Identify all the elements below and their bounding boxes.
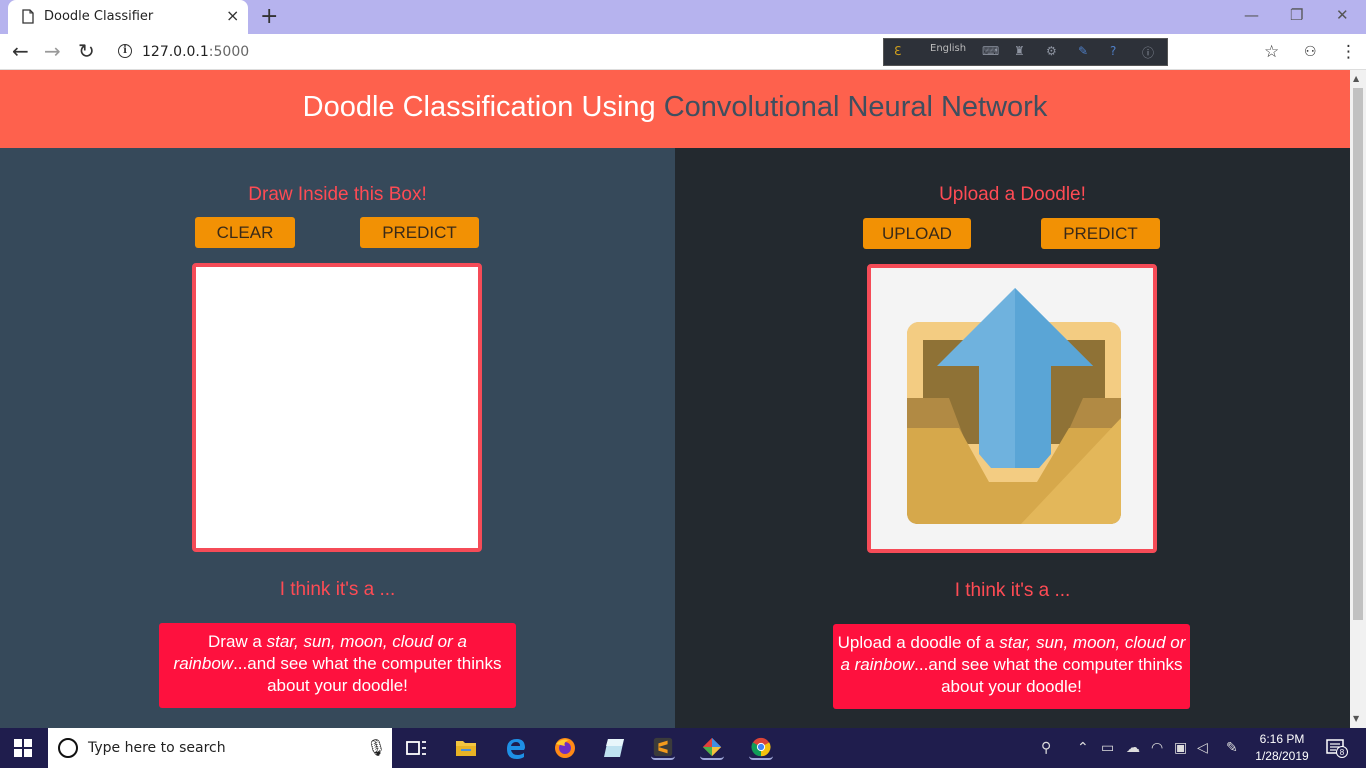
scroll-down-icon[interactable]: ▼ (1353, 714, 1359, 723)
drawing-prediction-label: I think it's a ... (279, 579, 396, 600)
about-icon[interactable]: ⓘ (1142, 44, 1154, 61)
help-icon[interactable]: ? (1110, 44, 1116, 58)
display-icon[interactable]: ▣ (1174, 740, 1187, 756)
windows-taskbar: Type here to search 🎙 ⚲ ⌃ ▭ ☁ ◠ ▣ ◁ ✎ 6:… (0, 728, 1366, 768)
reload-icon[interactable]: ↻ (78, 40, 95, 62)
bookmark-star-icon[interactable]: ☆ (1264, 42, 1279, 62)
url-text[interactable]: 127.0.0.1:5000 (142, 44, 249, 60)
cortana-icon[interactable] (58, 738, 78, 758)
tab-close-icon[interactable]: × (226, 6, 239, 25)
upload-image-box[interactable] (867, 264, 1157, 553)
clear-button[interactable]: CLEAR (195, 217, 295, 248)
git-tool-icon[interactable] (700, 736, 724, 760)
language-label[interactable]: English (930, 43, 966, 54)
taskbar-clock[interactable]: 6:16 PM 1/28/2019 (1244, 731, 1320, 765)
drawing-canvas[interactable] (192, 263, 482, 552)
browser-toolbar: ← → ↻ i 127.0.0.1:5000 ℇ English ⌨ ♜ ⚙ ✎… (0, 34, 1366, 70)
tool-icon[interactable]: ♜ (1014, 44, 1025, 58)
drawing-instructions: Draw a star, sun, moon, cloud or a rainb… (159, 623, 516, 708)
browser-menu-icon[interactable]: ⋮ (1340, 42, 1357, 62)
restore-icon[interactable]: ❐ (1290, 6, 1303, 24)
settings-icon[interactable]: ⚙ (1046, 44, 1057, 58)
scroll-up-icon[interactable]: ▲ (1353, 74, 1359, 83)
extension-icon[interactable]: ⚇ (1304, 44, 1317, 60)
page-content: Doodle Classification Using Convolutiona… (0, 70, 1350, 728)
browser-tab[interactable]: Doodle Classifier × (8, 0, 248, 34)
notification-count: 8 (1340, 748, 1345, 757)
action-center-icon[interactable]: 8 (1326, 738, 1348, 758)
language-bar[interactable]: ℇ English ⌨ ♜ ⚙ ✎ ? ⓘ (883, 38, 1168, 66)
wifi-icon[interactable]: ◠ (1151, 740, 1163, 756)
page-title: Doodle Classification Using Convolutiona… (302, 91, 1048, 123)
edge-browser-icon[interactable] (504, 736, 528, 760)
draw-panel: Draw Inside this Box! CLEAR PREDICT I th… (0, 148, 675, 728)
microphone-icon[interactable]: 🎙 (366, 738, 386, 757)
minimize-icon[interactable]: — (1244, 6, 1259, 24)
predict-drawing-button[interactable]: PREDICT (360, 217, 479, 248)
onedrive-icon[interactable]: ☁ (1126, 740, 1140, 756)
forward-icon[interactable]: → (44, 40, 61, 62)
draw-heading: Draw Inside this Box! (248, 184, 427, 205)
predict-upload-button[interactable]: PREDICT (1041, 218, 1160, 249)
upload-heading: Upload a Doodle! (939, 184, 1086, 205)
edit-icon[interactable]: ✎ (1078, 44, 1088, 58)
upload-tray-icon (907, 288, 1121, 524)
task-view-icon[interactable] (404, 736, 428, 760)
keyboard-icon[interactable]: ⌨ (982, 44, 999, 58)
show-hidden-icons-icon[interactable]: ⌃ (1077, 740, 1089, 756)
upload-panel: Upload a Doodle! UPLOAD PREDICT I think … (675, 148, 1350, 728)
clock-time: 6:16 PM (1259, 732, 1305, 746)
windows-start-icon[interactable] (14, 739, 32, 757)
upload-button[interactable]: UPLOAD (863, 218, 971, 249)
notes-app-icon[interactable] (602, 736, 626, 760)
firefox-icon[interactable] (553, 736, 577, 760)
browser-tab-bar: Doodle Classifier × + — ❐ ✕ (0, 0, 1366, 34)
search-placeholder[interactable]: Type here to search (88, 740, 226, 756)
back-icon[interactable]: ← (12, 40, 29, 62)
pen-workspace-icon[interactable]: ✎ (1226, 740, 1238, 756)
sublime-text-icon[interactable] (651, 736, 675, 760)
volume-icon[interactable]: ◁ (1197, 740, 1208, 756)
upload-instructions: Upload a doodle of a star, sun, moon, cl… (833, 624, 1190, 709)
file-explorer-icon[interactable] (454, 736, 478, 760)
input-method-icon[interactable]: ℇ (894, 44, 901, 58)
upload-prediction-label: I think it's a ... (954, 580, 1071, 601)
scrollbar-thumb[interactable] (1353, 88, 1363, 620)
page-header: Doodle Classification Using Convolutiona… (0, 70, 1350, 148)
taskbar-search-box[interactable]: Type here to search 🎙 (48, 728, 392, 768)
tab-title: Doodle Classifier (44, 9, 154, 24)
page-icon (22, 9, 34, 24)
chrome-icon[interactable] (749, 736, 773, 760)
address-bar[interactable]: i 127.0.0.1:5000 (106, 38, 876, 66)
battery-icon[interactable]: ▭ (1101, 740, 1114, 756)
window-close-icon[interactable]: ✕ (1336, 6, 1349, 24)
page-scrollbar[interactable]: ▲ ▼ (1350, 70, 1366, 728)
info-icon[interactable]: i (118, 44, 132, 58)
new-tab-icon[interactable]: + (260, 4, 278, 29)
people-icon[interactable]: ⚲ (1041, 740, 1051, 756)
clock-date: 1/28/2019 (1255, 749, 1309, 763)
